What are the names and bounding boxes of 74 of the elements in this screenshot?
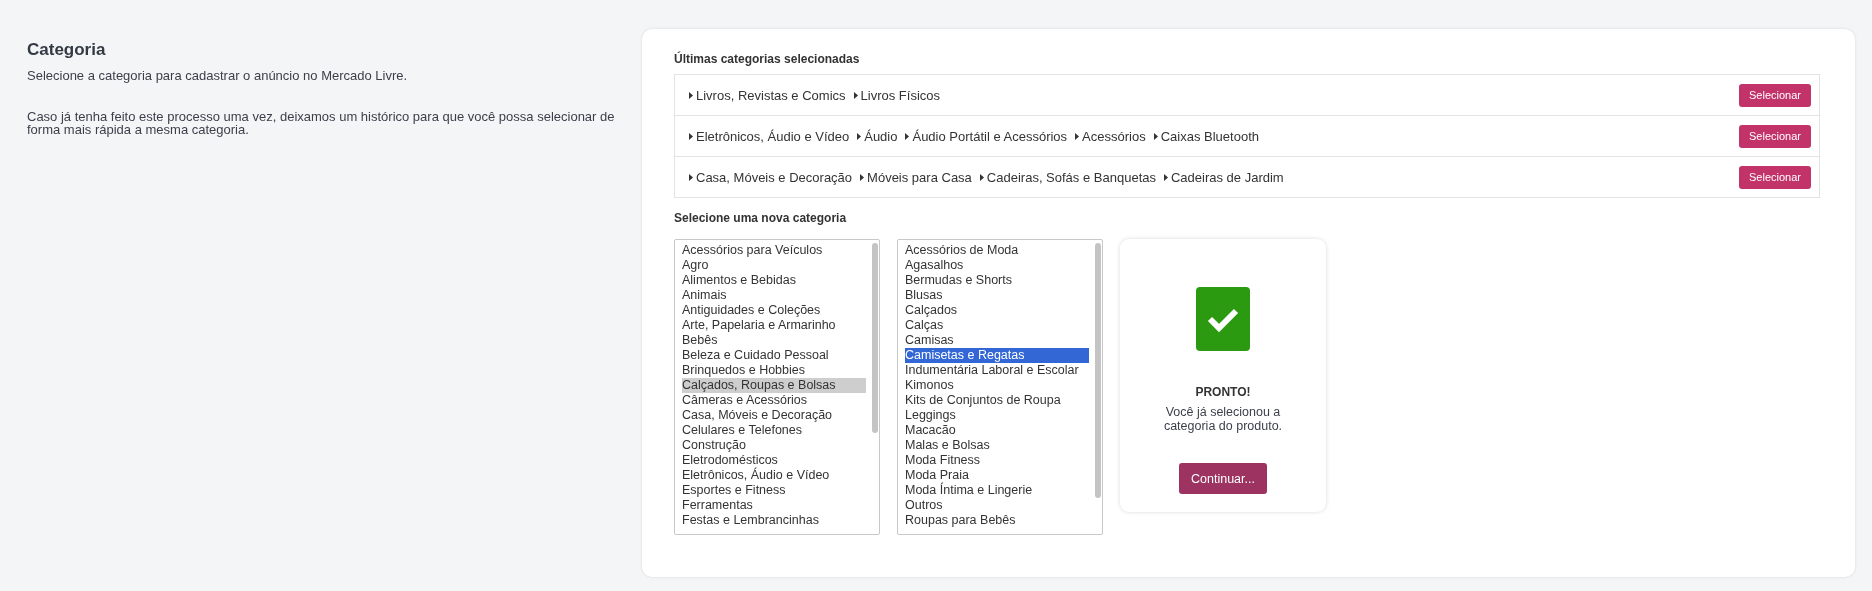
caret-icon bbox=[857, 132, 862, 140]
list-option[interactable]: Câmeras e Acessórios bbox=[682, 393, 866, 408]
list-option[interactable]: Roupas para Bebês bbox=[905, 513, 1089, 528]
section-title: Categoria bbox=[27, 40, 107, 60]
list-option[interactable]: Moda Praia bbox=[905, 468, 1089, 483]
breadcrumb-item: Livros, Revistas e Comics bbox=[696, 87, 846, 103]
list-option[interactable]: Antiguidades e Coleções bbox=[682, 303, 866, 318]
done-title: PRONTO! bbox=[1195, 385, 1251, 399]
list-option[interactable]: Kimonos bbox=[905, 378, 1089, 393]
list-option[interactable]: Casa, Móveis e Decoração bbox=[682, 408, 866, 423]
continue-button[interactable]: Continuar... bbox=[1179, 463, 1267, 494]
list-option[interactable]: Leggings bbox=[905, 408, 1089, 423]
caret-icon bbox=[979, 173, 984, 181]
caret-icon bbox=[1075, 132, 1080, 140]
list-option[interactable]: Construção bbox=[682, 438, 866, 453]
breadcrumb-item: Móveis para Casa bbox=[867, 169, 972, 185]
list-option[interactable]: Moda Fitness bbox=[905, 453, 1089, 468]
breadcrumb-item: Áudio Portátil e Acessórios bbox=[912, 128, 1068, 144]
description-text: Selecione a categoria para cadastrar o anúncio no Mercado Livre. bbox=[27, 68, 409, 83]
list-option[interactable]: Esportes e Fitness bbox=[682, 483, 866, 498]
breadcrumb-item: Cadeiras de Jardim bbox=[1170, 169, 1284, 185]
caret-icon bbox=[1163, 173, 1168, 181]
breadcrumb-item: Caixas Bluetooth bbox=[1160, 128, 1259, 144]
list-option[interactable]: Bermudas e Shorts bbox=[905, 273, 1089, 288]
check-icon bbox=[1196, 287, 1250, 351]
list-option[interactable]: Acessórios para Veículos bbox=[682, 243, 866, 258]
list-option[interactable]: Macacão bbox=[905, 423, 1089, 438]
category-list[interactable] bbox=[674, 239, 880, 535]
breadcrumb-item: Eletrônicos, Áudio e Vídeo bbox=[696, 128, 850, 144]
list-option[interactable]: Moda Íntima e Lingerie bbox=[905, 483, 1089, 498]
category-list[interactable] bbox=[897, 239, 1103, 535]
list-option[interactable]: Alimentos e Bebidas bbox=[682, 273, 866, 288]
list-option[interactable]: Brinquedos e Hobbies bbox=[682, 363, 866, 378]
caret-icon bbox=[853, 91, 858, 99]
caret-icon bbox=[689, 132, 693, 140]
list-option[interactable]: Agasalhos bbox=[905, 258, 1089, 273]
caret-icon bbox=[860, 173, 865, 181]
caret-icon bbox=[689, 173, 693, 181]
note-text: Caso já tenha feito este processo uma vez, deixamos um histórico para que você possa selecionar de forma mais rápida a mesma categoria. bbox=[27, 110, 616, 136]
list-option[interactable]: Arte, Papelaria e Armarinho bbox=[682, 318, 866, 333]
list-option[interactable]: Ferramentas bbox=[682, 498, 866, 513]
breadcrumb-item: Áudio bbox=[864, 128, 898, 144]
list-option[interactable]: Animais bbox=[682, 288, 866, 303]
list-option[interactable]: Acessórios de Moda bbox=[905, 243, 1089, 258]
list-option[interactable]: Eletrônicos, Áudio e Vídeo bbox=[682, 468, 866, 483]
history-heading: Últimas categorias selecionadas bbox=[674, 52, 861, 66]
list-option[interactable]: Malas e Bolsas bbox=[905, 438, 1089, 453]
caret-icon bbox=[689, 91, 693, 99]
caret-icon bbox=[905, 132, 910, 140]
list-option[interactable]: Calçados, Roupas e Bolsas bbox=[682, 378, 866, 393]
list-option[interactable]: Indumentária Laboral e Escolar bbox=[905, 363, 1089, 378]
breadcrumb-item: Livros Físicos bbox=[860, 87, 940, 103]
list-option[interactable]: Eletrodomésticos bbox=[682, 453, 866, 468]
list-option[interactable]: Outros bbox=[905, 498, 1089, 513]
list-option[interactable]: Camisetas e Regatas bbox=[905, 348, 1089, 363]
list-option[interactable]: Camisas bbox=[905, 333, 1089, 348]
list-option[interactable]: Festas e Lembrancinhas bbox=[682, 513, 866, 528]
list-option[interactable]: Beleza e Cuidado Pessoal bbox=[682, 348, 866, 363]
list-option[interactable]: Calçados bbox=[905, 303, 1089, 318]
caret-icon bbox=[1153, 132, 1158, 140]
list-option[interactable]: Celulares e Telefones bbox=[682, 423, 866, 438]
breadcrumb-item: Cadeiras, Sofás e Banquetas bbox=[986, 169, 1156, 185]
select-button[interactable]: Selecionar bbox=[1739, 124, 1811, 148]
breadcrumb-item: Acessórios bbox=[1082, 128, 1146, 144]
list-option[interactable]: Agro bbox=[682, 258, 866, 273]
list-option[interactable]: Kits de Conjuntos de Roupa bbox=[905, 393, 1089, 408]
done-message: Você já selecionou a categoria do produto. bbox=[1162, 405, 1284, 433]
list-option[interactable]: Bebês bbox=[682, 333, 866, 348]
list-option[interactable]: Calças bbox=[905, 318, 1089, 333]
select-button[interactable]: Selecionar bbox=[1739, 165, 1811, 189]
picker-heading: Selecione uma nova categoria bbox=[674, 211, 848, 225]
select-button[interactable]: Selecionar bbox=[1739, 83, 1811, 107]
breadcrumb-item: Casa, Móveis e Decoração bbox=[696, 169, 853, 185]
list-option[interactable]: Blusas bbox=[905, 288, 1089, 303]
